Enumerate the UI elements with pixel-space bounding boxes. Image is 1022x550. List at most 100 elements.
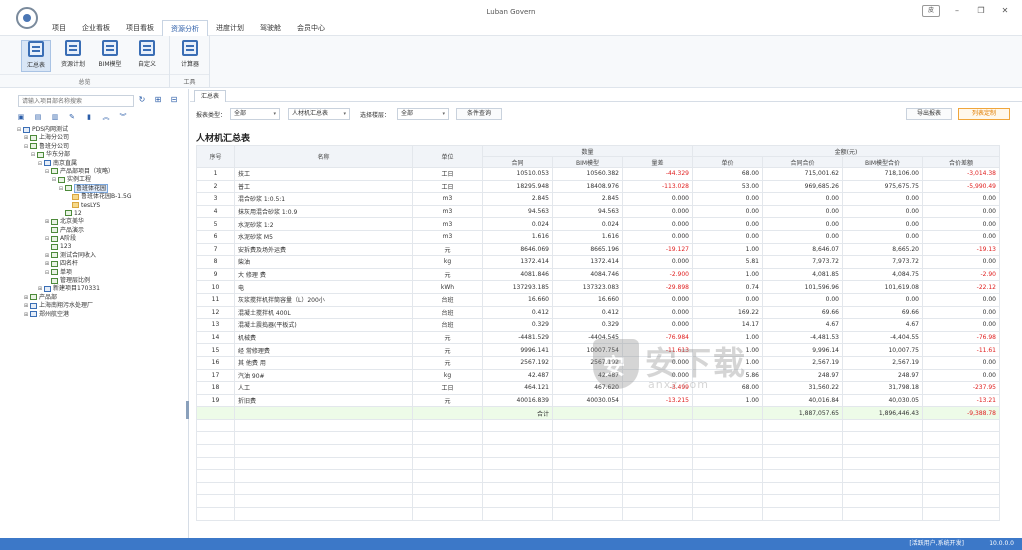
bim-model-button[interactable]: BIM模型 bbox=[95, 40, 125, 72]
menu-item[interactable]: 进度计划 bbox=[208, 20, 252, 36]
col-header-unit[interactable]: 单位 bbox=[412, 145, 483, 168]
expand-icon[interactable]: ⊞ bbox=[44, 260, 50, 268]
table-row[interactable]: 15 经 常修理费元 9996.141 10007.754 -11.613 1.00 9,9… bbox=[196, 343, 1000, 357]
calculator-button[interactable]: 计算器 bbox=[175, 40, 205, 72]
table-row[interactable]: 17 汽油 90# kg 42.487 42.487 0.000 5.86 248.97 248… bbox=[196, 368, 1000, 383]
menu-item[interactable]: 驾驶舱 bbox=[252, 20, 289, 36]
col-header-total-diff[interactable]: 合价差额 bbox=[922, 156, 1000, 168]
refresh-icon[interactable]: ↻ bbox=[137, 94, 147, 106]
resource-plan-button[interactable]: 资源计划 bbox=[58, 40, 88, 72]
table-row[interactable]: 6 水泥砂浆 M5 m3 1.616 1.616 0.000 0.00 0.00 0.00 0.0… bbox=[196, 229, 1000, 244]
expand-icon[interactable]: ⊞ bbox=[44, 252, 50, 260]
table-row[interactable]: 8 柴油 kg 1372.414 1372.414 0.000 5.81 7,973.72 7,… bbox=[196, 255, 1000, 269]
add-node-icon[interactable]: ▣ bbox=[16, 112, 26, 122]
table-row[interactable]: 2 普工 工日 18295.948 18408.976 -113.028 53.00 969,… bbox=[196, 179, 1000, 194]
query-button[interactable]: 条件查询 bbox=[456, 108, 502, 120]
custom-button[interactable]: 自定义 bbox=[132, 40, 162, 72]
table-row[interactable]: 4 抹灰用混合砂浆 1:0.9 m3 94.563 94.563 0.000 0.00 0.0… bbox=[196, 204, 1000, 219]
menu-item[interactable]: 项目看板 bbox=[118, 20, 162, 36]
delete-icon[interactable]: ▮ bbox=[84, 112, 94, 122]
edit-icon[interactable]: ✎ bbox=[67, 112, 77, 122]
tree-node[interactable]: ⊞ 上海南翔污水处理厂 bbox=[16, 302, 131, 310]
collapse-icon[interactable]: ⊟ bbox=[44, 235, 50, 243]
properties-icon[interactable]: ▥ bbox=[50, 112, 60, 122]
col-header-contract[interactable]: 合同 bbox=[482, 156, 553, 168]
col-header-contract-total[interactable]: 合同合价 bbox=[762, 156, 843, 168]
collapse-icon[interactable]: ⊟ bbox=[44, 269, 50, 277]
table-row[interactable]: 5 水泥砂浆 1:2 m3 0.024 0.024 0.000 0.00 0.00 0.00 0.… bbox=[196, 217, 1000, 231]
skin-icon[interactable]: 皮 bbox=[922, 5, 940, 17]
tree-node[interactable]: ⊟ PDS内网测试 bbox=[16, 126, 131, 134]
collapse-icon[interactable]: ⊟ bbox=[58, 185, 64, 193]
col-header-bim-total[interactable]: BIM模型合价 bbox=[842, 156, 923, 168]
table-row[interactable]: 18 人工 工日 464.121 467.620 -3.499 68.00 31,560.22… bbox=[196, 381, 1000, 395]
expand-icon[interactable]: ⊞ bbox=[23, 302, 29, 310]
tree-node[interactable]: tesLYS bbox=[16, 202, 131, 210]
table-row[interactable]: 11 灰浆搅拌机拌筒容量（L）200小 台班 16.660 16.660 0.000 0.0… bbox=[196, 292, 1000, 307]
table-row[interactable]: 1 技工 工日 10510.053 10560.382 -44.329 68.00 715,0… bbox=[196, 167, 1000, 181]
tree-node[interactable]: ⊞ 测试合同收入 bbox=[16, 252, 131, 260]
tree-node[interactable]: ⊞ 产品部 bbox=[16, 294, 131, 302]
collapse-icon[interactable]: ⊟ bbox=[51, 176, 57, 184]
tree-node[interactable]: ⊞ 北京美华 bbox=[16, 218, 131, 226]
tree-node[interactable]: ⊞ 郑州航空港 bbox=[16, 311, 131, 319]
tree-node[interactable]: ⊞ 上海分公司 bbox=[16, 134, 131, 142]
col-header-bim[interactable]: BIM模型 bbox=[552, 156, 623, 168]
col-header-diff[interactable]: 量差 bbox=[622, 156, 693, 168]
move-up-icon[interactable]: ︽ bbox=[101, 112, 111, 122]
minimize-button[interactable]: – bbox=[950, 5, 964, 17]
export-report-button[interactable]: 导出报表 bbox=[906, 108, 952, 120]
move-down-icon[interactable]: ︾ bbox=[118, 112, 128, 122]
close-button[interactable]: ✕ bbox=[998, 5, 1012, 17]
tree-node[interactable]: 123 bbox=[16, 243, 131, 251]
tree-node[interactable]: ⊟ A阶段 bbox=[16, 235, 131, 243]
table-row[interactable]: 16 其 他费 用元 2567.192 2567.192 0.000 1.00 2,567.… bbox=[196, 355, 1000, 370]
tab-summary[interactable]: 汇总表 bbox=[194, 90, 227, 102]
tree-node[interactable]: 鲁班体花园B-1.5G bbox=[16, 193, 131, 201]
expand-icon[interactable]: ⊞ bbox=[44, 218, 50, 226]
tree-node[interactable]: ⊞ 四名杆 bbox=[16, 260, 131, 268]
collapse-icon[interactable]: ⊟ bbox=[37, 160, 43, 168]
table-row[interactable]: 7 安拆费及场外运费元 8646.069 8665.196 -19.127 1.00 8,6… bbox=[196, 242, 1000, 257]
project-search-input[interactable] bbox=[18, 95, 134, 107]
column-custom-button[interactable]: 列表定制 bbox=[958, 108, 1010, 120]
menu-item[interactable]: 企业看板 bbox=[74, 20, 118, 36]
tree-node[interactable]: ⊞ 新建项目170331 bbox=[16, 285, 131, 293]
tree-node[interactable]: 产品演示 bbox=[16, 227, 131, 235]
tree-node[interactable]: ⊟ 鲁班体花园 bbox=[16, 183, 131, 193]
table-row[interactable]: 10 电 kWh 137293.185 137323.083 -29.898 0.74 101… bbox=[196, 280, 1000, 294]
report-type-select[interactable]: 全部 ▾ bbox=[230, 108, 280, 120]
col-header-no[interactable]: 序号 bbox=[196, 145, 235, 168]
expand-icon[interactable]: ⊞ bbox=[23, 294, 29, 302]
collapse-icon[interactable]: ⊟ bbox=[44, 168, 50, 176]
collapse-all-icon[interactable]: ⊟ bbox=[169, 94, 179, 106]
tree-node[interactable]: ⊟ 鲁班分公司 bbox=[16, 143, 131, 151]
menu-item[interactable]: 会员中心 bbox=[289, 20, 333, 36]
tree-node[interactable]: ⊟ 南京直属 bbox=[16, 160, 131, 168]
menu-item[interactable]: 资源分析 bbox=[162, 20, 208, 36]
table-row[interactable]: 9大 修理 费元 4081.846 4084.746 -2.900 1.00 4,081.… bbox=[196, 267, 1000, 282]
material-type-select[interactable]: 人材机汇总表 ▾ bbox=[288, 108, 350, 120]
col-header-price[interactable]: 单价 bbox=[692, 156, 763, 168]
tree-node[interactable]: ⊟ 华东分部 bbox=[16, 151, 131, 159]
expand-icon[interactable]: ⊞ bbox=[23, 311, 29, 319]
collapse-icon[interactable]: ⊟ bbox=[16, 126, 22, 134]
add-child-icon[interactable]: ▤ bbox=[33, 112, 43, 122]
tree-node[interactable]: ⊟ 单项 bbox=[16, 269, 131, 277]
collapse-icon[interactable]: ⊟ bbox=[30, 151, 36, 159]
expand-icon[interactable]: ⊞ bbox=[23, 134, 29, 142]
panel-splitter[interactable] bbox=[186, 401, 189, 419]
col-header-name[interactable]: 名称 bbox=[234, 145, 413, 168]
floor-select[interactable]: 全部 ▾ bbox=[397, 108, 449, 120]
summary-table-button[interactable]: 汇总表 bbox=[21, 40, 51, 72]
table-row[interactable]: 14 机械费元 -4481.529 -4404.545 -76.984 1.00 -4,48… bbox=[196, 330, 1000, 345]
table-row[interactable]: 13 混凝土震捣器(平板式) 台班 0.329 0.329 0.000 14.17 4.67 4… bbox=[196, 318, 1000, 332]
table-row[interactable]: 19 折旧费元 40016.839 40030.054 -13.215 1.00 40,01… bbox=[196, 393, 1000, 408]
menu-item[interactable]: 项目 bbox=[44, 20, 74, 36]
expand-icon[interactable]: ⊞ bbox=[37, 285, 43, 293]
restore-button[interactable]: ❐ bbox=[974, 5, 988, 17]
table-row[interactable]: 12 混凝土搅拌机 400L 台班 0.412 0.412 0.000 169.22 69.6… bbox=[196, 305, 1000, 320]
table-row[interactable]: 3 混合砂浆 1:0.5:1 m3 2.845 2.845 0.000 0.00 0.00 0.… bbox=[196, 192, 1000, 206]
expand-all-icon[interactable]: ⊞ bbox=[153, 94, 163, 106]
collapse-icon[interactable]: ⊟ bbox=[23, 143, 29, 151]
